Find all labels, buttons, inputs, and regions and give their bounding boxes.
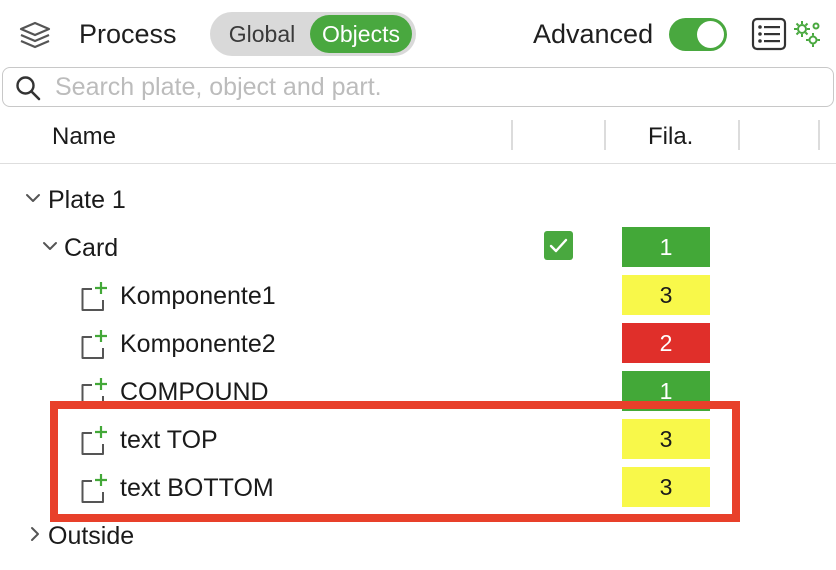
tree-row-part[interactable]: Komponente1 3	[0, 272, 836, 320]
add-part-icon	[81, 282, 107, 311]
segment-objects[interactable]: Objects	[310, 15, 412, 53]
part-label: Komponente2	[120, 330, 276, 358]
checkmark-icon	[549, 238, 568, 253]
advanced-toggle[interactable]	[669, 18, 727, 51]
filament-cell[interactable]: 1	[622, 227, 710, 267]
filament-cell[interactable]: 3	[622, 275, 710, 315]
highlight-box	[50, 401, 740, 522]
advanced-label: Advanced	[533, 19, 654, 49]
part-label: Komponente1	[120, 282, 276, 310]
filament-cell[interactable]: 2	[622, 323, 710, 363]
column-header-name[interactable]: Name	[52, 122, 116, 152]
panel-title: Process	[79, 19, 177, 49]
add-part-icon	[81, 330, 107, 359]
object-label: Card	[64, 234, 119, 262]
process-panel: Process Global Objects Advanced Search p…	[0, 0, 836, 570]
settings-icon[interactable]	[792, 19, 822, 49]
panel-header: Process Global Objects Advanced	[0, 0, 836, 66]
segment-global[interactable]: Global	[210, 12, 314, 56]
chevron-down-icon[interactable]	[40, 236, 60, 256]
tree-row-object[interactable]: Card 1	[0, 224, 836, 272]
toggle-knob	[697, 21, 724, 48]
outside-label: Outside	[48, 522, 135, 550]
list-icon[interactable]	[751, 17, 787, 51]
column-header-filament[interactable]: Fila.	[648, 122, 693, 152]
chevron-down-icon[interactable]	[23, 188, 43, 208]
table-header: Name Fila.	[0, 112, 836, 164]
tree-row-plate[interactable]: Plate 1	[0, 176, 836, 224]
object-checkbox[interactable]	[544, 231, 573, 260]
search-icon	[16, 76, 41, 101]
plate-label: Plate 1	[48, 186, 126, 214]
tree-row-part[interactable]: Komponente2 2	[0, 320, 836, 368]
column-divider[interactable]	[604, 120, 606, 150]
column-divider[interactable]	[511, 120, 513, 150]
column-divider[interactable]	[818, 120, 820, 150]
chevron-right-icon[interactable]	[25, 524, 45, 544]
column-divider[interactable]	[738, 120, 740, 150]
scope-segmented-control: Global Objects	[210, 12, 416, 56]
layers-icon[interactable]	[18, 20, 52, 50]
search-input[interactable]	[55, 72, 815, 102]
search-box[interactable]	[2, 67, 834, 107]
